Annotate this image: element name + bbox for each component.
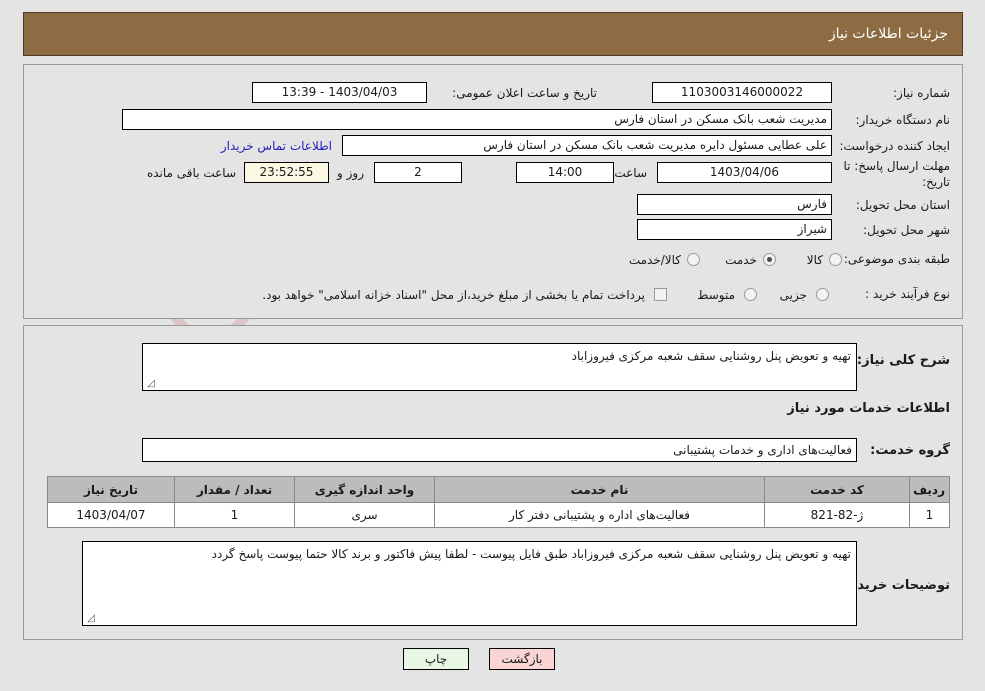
deadline-label-line1: مهلت ارسال پاسخ: تا (843, 159, 950, 173)
summary-panel: شماره نیاز: 1103003146000022 تاریخ و ساع… (23, 64, 963, 319)
treasury-bond-note: پرداخت تمام یا بخشی از مبلغ خرید،از محل … (262, 288, 645, 302)
deadline-days-value: 2 (374, 162, 462, 183)
col-row-no: ردیف (909, 476, 950, 503)
deadline-time-label: ساعت (614, 166, 647, 180)
general-desc-textarea[interactable]: تهیه و تعویض پنل روشنایی سقف شعبه مرکزی … (142, 343, 857, 391)
radio-purchase-minor-label: جزیی (779, 288, 807, 302)
cell-need-date: 1403/04/07 (47, 502, 175, 528)
cell-service-code: ژ-82-821 (764, 502, 910, 528)
delivery-province-value: فارس (637, 194, 832, 215)
radio-category-goods-service-label: کالا/خدمت (628, 253, 681, 267)
col-service-code: کد خدمت (764, 476, 910, 503)
col-service-name: نام خدمت (434, 476, 765, 503)
page-title-bar: جزئیات اطلاعات نیاز (23, 12, 963, 56)
resize-grip-icon[interactable]: ◿ (145, 379, 155, 389)
table-header-row: ردیف کد خدمت نام خدمت واحد اندازه گیری ت… (47, 476, 950, 503)
table-row: 1 ژ-82-821 فعالیت‌های اداره و پشتیبانی د… (47, 502, 950, 528)
requester-value: علی عطایی مسئول دایره مدیریت شعب بانک مس… (342, 135, 832, 156)
radio-category-goods-service[interactable] (687, 253, 700, 266)
deadline-date-value: 1403/04/06 (657, 162, 832, 183)
resize-grip-icon[interactable]: ◿ (85, 614, 95, 624)
checkbox-treasury-bond[interactable] (654, 288, 667, 301)
back-button[interactable]: بازگشت (489, 648, 555, 670)
page-title: جزئیات اطلاعات نیاز (828, 26, 948, 42)
announce-datetime-value: 1403/04/03 - 13:39 (252, 82, 427, 103)
cell-row-no: 1 (909, 502, 950, 528)
category-label: طبقه بندی موضوعی: (843, 252, 950, 266)
services-section-title: اطلاعات خدمات مورد نیاز (787, 401, 950, 416)
general-desc-label: شرح کلی نیاز: (856, 353, 950, 368)
service-group-label: گروه خدمت: (870, 443, 950, 458)
cell-service-name: فعالیت‌های اداره و پشتیبانی دفتر کار (434, 502, 765, 528)
service-group-value: فعالیت‌های اداری و خدمات پشتیبانی (142, 438, 857, 462)
buyer-org-value: مدیریت شعب بانک مسکن در استان فارس (122, 109, 832, 130)
radio-category-service-label: خدمت (725, 253, 757, 267)
print-button[interactable]: چاپ (403, 648, 469, 670)
buyer-contact-link[interactable]: اطلاعات تماس خریدار (221, 139, 332, 153)
delivery-city-label: شهر محل تحویل: (863, 223, 950, 237)
details-panel: شرح کلی نیاز: تهیه و تعویض پنل روشنایی س… (23, 325, 963, 640)
need-number-label: شماره نیاز: (893, 86, 950, 100)
col-quantity: تعداد / مقدار (174, 476, 295, 503)
countdown-timer: 23:52:55 (244, 162, 329, 183)
requester-label: ایجاد کننده درخواست: (839, 139, 950, 153)
page-root: جزئیات اطلاعات نیاز شماره نیاز: 11030031… (0, 0, 985, 691)
general-desc-value: تهیه و تعویض پنل روشنایی سقف شعبه مرکزی … (571, 349, 851, 363)
services-table: ردیف کد خدمت نام خدمت واحد اندازه گیری ت… (47, 476, 950, 528)
delivery-city-value: شیراز (637, 219, 832, 240)
radio-category-goods-label: کالا (806, 253, 823, 267)
cell-unit: سری (294, 502, 435, 528)
col-unit: واحد اندازه گیری (294, 476, 435, 503)
cell-quantity: 1 (174, 502, 295, 528)
need-number-value: 1103003146000022 (652, 82, 832, 103)
radio-category-goods[interactable] (829, 253, 842, 266)
buyer-notes-value: تهیه و تعویض پنل روشنایی سقف شعبه مرکزی … (211, 547, 851, 561)
announce-datetime-label: تاریخ و ساعت اعلان عمومی: (452, 86, 597, 100)
radio-purchase-medium-label: متوسط (697, 288, 735, 302)
deadline-time-value: 14:00 (516, 162, 614, 183)
delivery-province-label: استان محل تحویل: (855, 198, 950, 212)
deadline-days-label: روز و (337, 166, 364, 180)
countdown-label: ساعت باقی مانده (146, 166, 236, 180)
radio-category-service[interactable] (763, 253, 776, 266)
radio-purchase-medium[interactable] (744, 288, 757, 301)
deadline-label-line2: تاریخ: (922, 175, 950, 189)
buyer-notes-textarea[interactable]: تهیه و تعویض پنل روشنایی سقف شعبه مرکزی … (82, 541, 857, 626)
purchase-type-label: نوع فرآیند خرید : (865, 287, 950, 301)
buyer-org-label: نام دستگاه خریدار: (855, 113, 951, 127)
col-need-date: تاریخ نیاز (47, 476, 175, 503)
radio-purchase-minor[interactable] (816, 288, 829, 301)
